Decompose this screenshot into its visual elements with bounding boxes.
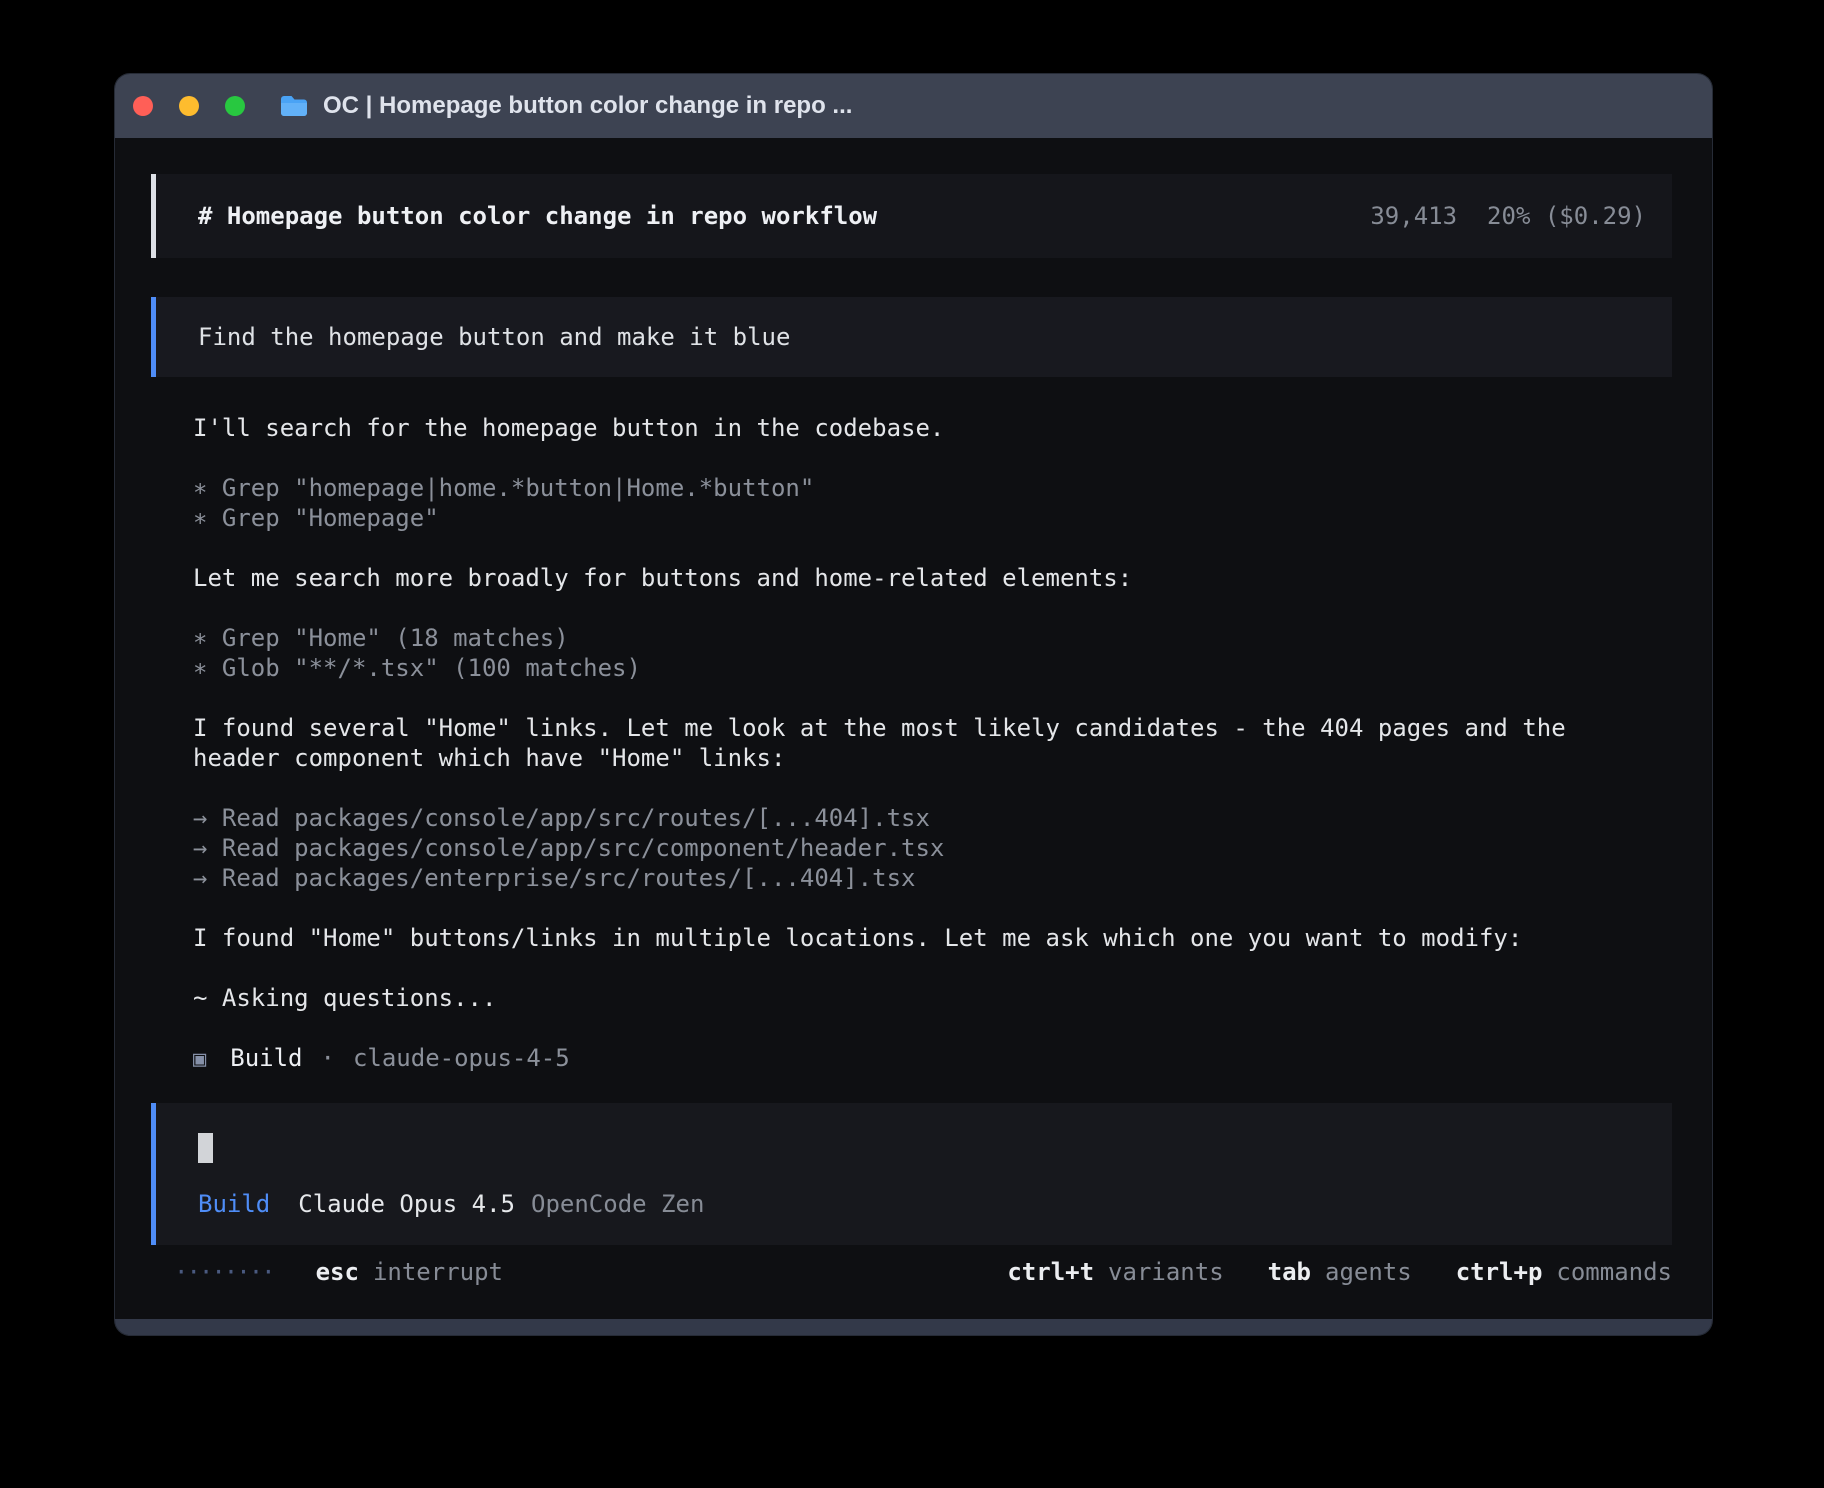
minimize-button[interactable] bbox=[179, 96, 199, 116]
assistant-message: Let me search more broadly for buttons a… bbox=[193, 563, 1623, 593]
input-meta: Build Claude Opus 4.5 OpenCode Zen bbox=[198, 1189, 1672, 1219]
tool-call-group: ∗ Grep "homepage|home.*button|Home.*butt… bbox=[193, 473, 1623, 533]
tool-call-read: → Read packages/console/app/src/componen… bbox=[193, 833, 1623, 863]
user-message-text: Find the homepage button and make it blu… bbox=[198, 322, 790, 352]
tool-call-grep: ∗ Grep "Home" (18 matches) bbox=[193, 623, 1623, 653]
assistant-text: Let me search more broadly for buttons a… bbox=[193, 563, 1623, 593]
session-stats: 39,413 20% ($0.29) bbox=[1370, 201, 1646, 231]
status-right: ctrl+t variants tab agents ctrl+p comman… bbox=[1007, 1257, 1672, 1287]
progress-dots: ········ bbox=[174, 1257, 274, 1287]
terminal-window: OC | Homepage button color change in rep… bbox=[115, 74, 1712, 1335]
traffic-lights bbox=[133, 96, 245, 116]
terminal-content: # Homepage button color change in repo w… bbox=[115, 138, 1712, 1319]
window-title: OC | Homepage button color change in rep… bbox=[323, 92, 852, 120]
shortcut-label: agents bbox=[1325, 1257, 1412, 1287]
conversation: I'll search for the homepage button in t… bbox=[151, 413, 1623, 1013]
window-bottom-edge bbox=[115, 1319, 1712, 1335]
shortcut-variants: ctrl+t variants bbox=[1007, 1257, 1223, 1287]
mode-label: Build bbox=[198, 1189, 270, 1219]
tool-call-read: → Read packages/console/app/src/routes/[… bbox=[193, 803, 1623, 833]
tool-call-grep: ∗ Grep "Homepage" bbox=[193, 503, 1623, 533]
shortcut-label: commands bbox=[1556, 1257, 1672, 1287]
tool-call-grep: ∗ Grep "homepage|home.*button|Home.*butt… bbox=[193, 473, 1623, 503]
assistant-message: I found several "Home" links. Let me loo… bbox=[193, 713, 1623, 773]
agent-icon: ▣ bbox=[193, 1045, 206, 1075]
status-left: ········ esc interrupt bbox=[151, 1257, 503, 1287]
status-bar: ········ esc interrupt ctrl+t variants t… bbox=[151, 1257, 1672, 1287]
working-status: ~ Asking questions... bbox=[193, 983, 1623, 1013]
shortcut-label: variants bbox=[1108, 1257, 1224, 1287]
user-message: Find the homepage button and make it blu… bbox=[151, 297, 1672, 377]
shortcut-key: ctrl+p bbox=[1456, 1257, 1543, 1287]
shortcut-agents: tab agents bbox=[1268, 1257, 1412, 1287]
agent-separator: · bbox=[321, 1043, 335, 1073]
working-status-text: ~ Asking questions... bbox=[193, 983, 1623, 1013]
prompt-input[interactable]: Build Claude Opus 4.5 OpenCode Zen bbox=[151, 1103, 1672, 1245]
esc-key-label: interrupt bbox=[373, 1257, 503, 1287]
shortcut-key: tab bbox=[1268, 1257, 1311, 1287]
tool-call-group: ∗ Grep "Home" (18 matches) ∗ Glob "**/*.… bbox=[193, 623, 1623, 683]
assistant-text: I found several "Home" links. Let me loo… bbox=[193, 713, 1623, 773]
session-title: # Homepage button color change in repo w… bbox=[198, 201, 877, 231]
assistant-message: I'll search for the homepage button in t… bbox=[193, 413, 1623, 443]
agent-model: claude-opus-4-5 bbox=[353, 1043, 570, 1073]
titlebar[interactable]: OC | Homepage button color change in rep… bbox=[115, 74, 1712, 138]
token-count: 39,413 bbox=[1370, 201, 1457, 231]
esc-key-hint: esc bbox=[316, 1257, 359, 1287]
model-label: Claude Opus 4.5 bbox=[298, 1189, 515, 1219]
shortcut-commands: ctrl+p commands bbox=[1456, 1257, 1672, 1287]
agent-status: ▣ Build · claude-opus-4-5 bbox=[151, 1043, 1672, 1075]
text-cursor bbox=[198, 1133, 213, 1163]
tool-call-read: → Read packages/enterprise/src/routes/[.… bbox=[193, 863, 1623, 893]
folder-icon bbox=[279, 94, 309, 118]
context-usage: 20% ($0.29) bbox=[1487, 201, 1646, 231]
close-button[interactable] bbox=[133, 96, 153, 116]
assistant-text: I found "Home" buttons/links in multiple… bbox=[193, 923, 1623, 953]
assistant-message: I found "Home" buttons/links in multiple… bbox=[193, 923, 1623, 953]
provider-label: OpenCode Zen bbox=[531, 1189, 704, 1219]
tool-call-glob: ∗ Glob "**/*.tsx" (100 matches) bbox=[193, 653, 1623, 683]
tool-call-group: → Read packages/console/app/src/routes/[… bbox=[193, 803, 1623, 893]
agent-name: Build bbox=[230, 1043, 302, 1073]
session-header: # Homepage button color change in repo w… bbox=[151, 174, 1672, 258]
assistant-text: I'll search for the homepage button in t… bbox=[193, 413, 1623, 443]
shortcut-key: ctrl+t bbox=[1007, 1257, 1094, 1287]
zoom-button[interactable] bbox=[225, 96, 245, 116]
